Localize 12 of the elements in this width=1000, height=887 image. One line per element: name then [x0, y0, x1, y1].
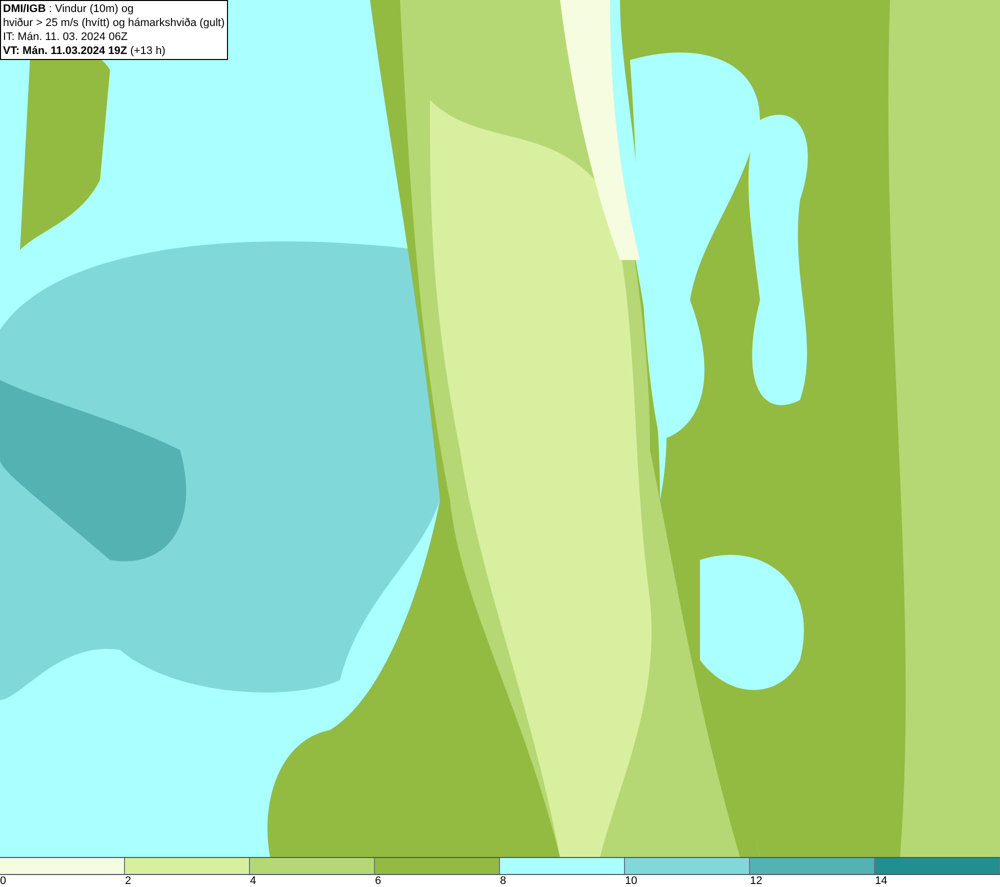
legend-label: 12 — [750, 875, 762, 887]
legend-label: 0 — [0, 875, 6, 887]
legend-label: 6 — [375, 875, 382, 887]
legend-label: 8 — [500, 875, 506, 887]
legend-label: 2 — [125, 875, 132, 887]
legend-label: 10 — [625, 875, 638, 887]
legend-label: 14 — [875, 875, 888, 887]
info-text: IT: Mán. 11. 03. 2024 06Z — [3, 30, 129, 44]
info-text: VT: Mán. 11.03.2024 19Z (+13 h) — [3, 44, 166, 58]
info-text: DMI/IGB : Vindur (10m) og — [3, 2, 135, 16]
legend-label: 4 — [250, 875, 256, 887]
info-text: hviður > 25 m/s (hvítt) og hámarkshviða (gult) — [3, 16, 225, 30]
